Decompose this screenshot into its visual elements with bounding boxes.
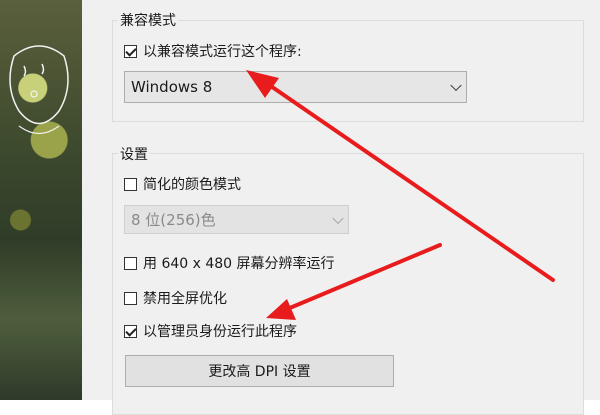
run-admin-checkbox-row[interactable]: 以管理员身份运行此程序 (124, 321, 297, 341)
disable-fullscreen-checkbox-row[interactable]: 禁用全屏优化 (124, 288, 227, 308)
res-640-checkbox-row[interactable]: 用 640 x 480 屏幕分辨率运行 (124, 253, 335, 273)
res-640-label: 用 640 x 480 屏幕分辨率运行 (143, 256, 335, 272)
run-compat-label: 以兼容模式运行这个程序: (143, 44, 302, 60)
run-admin-checkbox[interactable] (124, 324, 137, 338)
res-640-checkbox[interactable] (124, 256, 137, 270)
compat-section-title: 兼容模式 (118, 10, 178, 30)
disable-fullscreen-checkbox[interactable] (124, 291, 137, 305)
change-dpi-label: 更改高 DPI 设置 (208, 364, 311, 380)
reduced-color-label: 简化的颜色模式 (143, 177, 241, 193)
reduced-color-checkbox-row[interactable]: 简化的颜色模式 (124, 174, 241, 194)
color-depth-value: 8 位(256)色 (131, 211, 216, 229)
chevron-down-icon (332, 212, 344, 224)
run-compat-checkbox[interactable] (124, 44, 137, 58)
run-admin-label: 以管理员身份运行此程序 (143, 324, 297, 340)
reduced-color-checkbox[interactable] (124, 177, 137, 191)
disable-fullscreen-label: 禁用全屏优化 (143, 291, 227, 307)
os-version-dropdown[interactable]: Windows 8 (124, 71, 467, 103)
change-dpi-button[interactable]: 更改高 DPI 设置 (125, 355, 394, 387)
settings-section-title: 设置 (118, 144, 150, 164)
doodle-illustration (9, 45, 69, 135)
desktop-background (0, 0, 82, 400)
os-version-value: Windows 8 (131, 78, 213, 96)
color-depth-dropdown: 8 位(256)色 (124, 205, 349, 234)
chevron-down-icon (450, 79, 462, 92)
run-compat-checkbox-row[interactable]: 以兼容模式运行这个程序: (124, 41, 302, 61)
